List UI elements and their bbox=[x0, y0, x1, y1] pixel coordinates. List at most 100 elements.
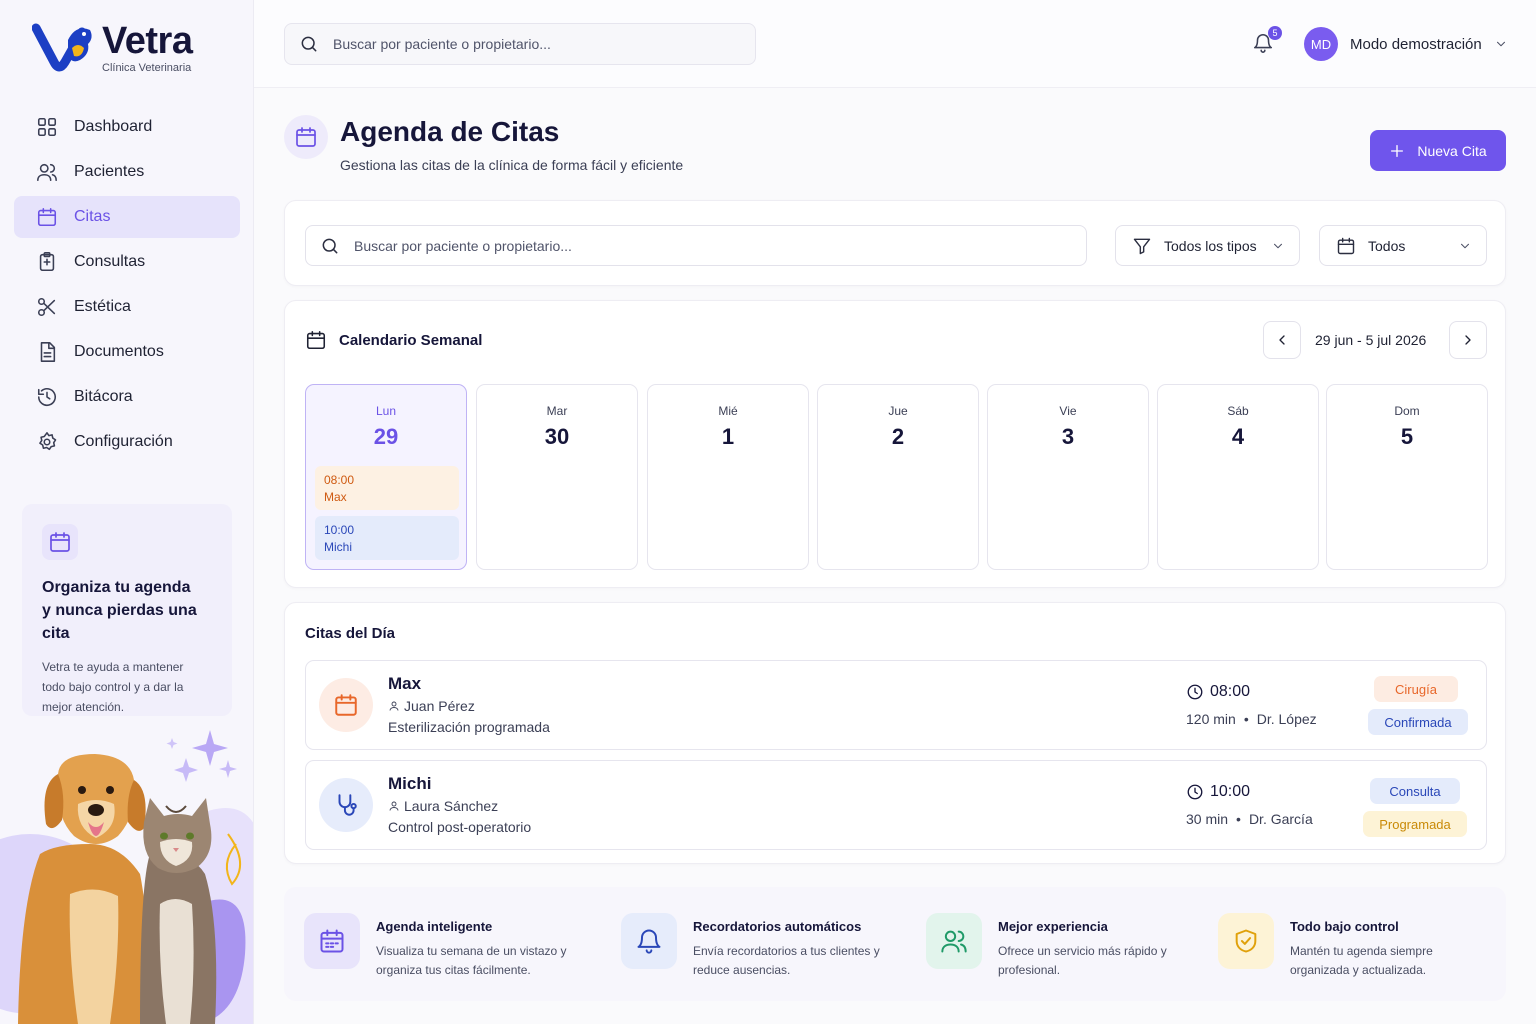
sidebar-item-configuracion[interactable]: Configuración bbox=[14, 421, 240, 463]
sidebar-nav: Dashboard Pacientes Citas Consultas Esté… bbox=[14, 106, 240, 466]
search-icon bbox=[301, 36, 317, 52]
clipboard-icon bbox=[39, 252, 55, 272]
sidebar-item-pacientes[interactable]: Pacientes bbox=[14, 151, 240, 193]
scissors-icon bbox=[37, 297, 56, 317]
day-column-lun[interactable]: Lun 29 08:00 Max 10:00 Michi bbox=[305, 384, 467, 570]
users-icon bbox=[37, 163, 57, 182]
calendar-icon bbox=[1337, 237, 1355, 254]
day-number: 30 bbox=[544, 424, 570, 449]
clock-icon bbox=[1187, 684, 1203, 700]
sidebar-item-label: Citas bbox=[74, 208, 111, 225]
page-icon bbox=[284, 115, 328, 159]
new-appointment-button[interactable]: Nueva Cita bbox=[1370, 130, 1506, 171]
separator-dot: • bbox=[1236, 811, 1241, 827]
history-icon bbox=[37, 388, 57, 406]
day-column-vie[interactable]: Vie 3 bbox=[987, 384, 1149, 570]
sidebar-item-label: Consultas bbox=[74, 253, 146, 270]
feature-icon-wrap bbox=[926, 913, 982, 969]
appointment-row[interactable]: Max Juan Pérez Esterilización programada… bbox=[305, 660, 1487, 750]
day-column-mie[interactable]: Mié 1 bbox=[647, 384, 809, 570]
appointment-icon-wrap bbox=[319, 678, 373, 732]
owner-name: Juan Pérez bbox=[404, 698, 475, 714]
vetra-logo-icon bbox=[32, 23, 92, 72]
chevron-left-icon bbox=[1279, 335, 1285, 345]
calendar-header: Calendario Semanal bbox=[305, 329, 482, 351]
doctor: Dr. García bbox=[1248, 811, 1313, 827]
feature-icon-wrap bbox=[304, 913, 360, 969]
slot-time: 08:00 bbox=[324, 473, 355, 487]
day-column-mar[interactable]: Mar 30 bbox=[476, 384, 638, 570]
owner-name: Laura Sánchez bbox=[404, 798, 499, 814]
person-icon bbox=[389, 701, 399, 711]
time-value: 10:00 bbox=[1210, 783, 1251, 800]
appointment-owner: Juan Pérez bbox=[388, 698, 475, 714]
sidebar-item-consultas[interactable]: Consultas bbox=[14, 241, 240, 283]
filter-search[interactable] bbox=[305, 225, 1087, 266]
notifications-button[interactable]: 5 bbox=[1252, 26, 1282, 56]
appointment-meta: 30 min • Dr. García bbox=[1186, 811, 1313, 827]
feature-title: Recordatorios automáticos bbox=[693, 919, 862, 934]
filter-icon bbox=[1133, 238, 1151, 254]
top-search-input[interactable] bbox=[333, 36, 733, 52]
feature-title: Agenda inteligente bbox=[376, 919, 493, 934]
day-name: Dom bbox=[1394, 404, 1420, 418]
sidebar: Vetra Clínica Veterinaria Dashboard Paci… bbox=[0, 0, 254, 1024]
avatar: MD bbox=[1304, 27, 1338, 61]
chevron-down-icon bbox=[1273, 243, 1283, 249]
shield-check-icon bbox=[1235, 929, 1257, 953]
user-menu[interactable]: MD Modo demostración bbox=[1304, 27, 1508, 61]
today-title: Citas del Día bbox=[305, 625, 396, 642]
appointment-time: 08:00 bbox=[1186, 683, 1250, 701]
topbar: 5 MD Modo demostración bbox=[254, 0, 1536, 88]
search-icon bbox=[322, 238, 338, 253]
sidebar-item-dashboard[interactable]: Dashboard bbox=[14, 106, 240, 148]
brand-name: Vetra bbox=[102, 20, 193, 62]
sidebar-item-label: Dashboard bbox=[74, 118, 153, 135]
top-search[interactable] bbox=[284, 23, 756, 65]
doctor: Dr. López bbox=[1256, 711, 1317, 727]
day-column-jue[interactable]: Jue 2 bbox=[817, 384, 979, 570]
sidebar-item-documentos[interactable]: Documentos bbox=[14, 331, 240, 373]
sidebar-item-estetica[interactable]: Estética bbox=[14, 286, 240, 328]
feature-text: Ofrece un servicio más rápido y profesio… bbox=[998, 944, 1167, 977]
appointment-description: Control post-operatorio bbox=[388, 819, 532, 835]
filter-search-input[interactable] bbox=[354, 237, 754, 254]
appointment-meta: 120 min • Dr. López bbox=[1186, 711, 1317, 727]
appointment-pet: Max bbox=[388, 674, 422, 693]
calendar-slot-michi[interactable]: 10:00 Michi bbox=[315, 516, 459, 560]
separator-dot: • bbox=[1243, 711, 1249, 727]
day-name: Jue bbox=[888, 404, 908, 418]
week-range: 29 jun - 5 jul 2026 bbox=[1315, 332, 1427, 348]
filters-card: Todos los tipos Todos bbox=[284, 200, 1506, 286]
day-column-sab[interactable]: Sáb 4 bbox=[1157, 384, 1319, 570]
sidebar-item-citas[interactable]: Citas bbox=[14, 196, 240, 238]
appointment-pet: Michi bbox=[388, 774, 432, 793]
grid-icon bbox=[37, 117, 57, 137]
calendar-icon bbox=[306, 330, 326, 350]
calendar-slot-max[interactable]: 08:00 Max bbox=[315, 466, 459, 510]
status-badge: Programada bbox=[1363, 811, 1467, 837]
type-badge: Cirugía bbox=[1374, 676, 1458, 702]
notifications-badge: 5 bbox=[1268, 26, 1282, 40]
type-select[interactable]: Todos los tipos bbox=[1115, 225, 1300, 266]
prev-week-button[interactable] bbox=[1263, 321, 1301, 359]
new-appointment-label: Nueva Cita bbox=[1417, 142, 1487, 159]
page-title: Agenda de Citas bbox=[340, 116, 560, 147]
time-value: 08:00 bbox=[1210, 683, 1251, 700]
day-column-dom[interactable]: Dom 5 bbox=[1326, 384, 1488, 570]
day-name: Mié bbox=[718, 404, 738, 418]
calendar-icon bbox=[320, 929, 344, 953]
type-select-value: Todos los tipos bbox=[1164, 237, 1257, 254]
sidebar-item-label: Bitácora bbox=[74, 388, 133, 405]
day-name: Vie bbox=[1059, 404, 1077, 418]
calendar-icon bbox=[296, 127, 316, 147]
brand-logo[interactable]: Vetra Clínica Veterinaria bbox=[32, 18, 193, 78]
brand-subtitle: Clínica Veterinaria bbox=[102, 62, 192, 74]
next-week-button[interactable] bbox=[1449, 321, 1487, 359]
sidebar-item-bitacora[interactable]: Bitácora bbox=[14, 376, 240, 418]
day-name: Lun bbox=[375, 404, 397, 418]
day-name: Sáb bbox=[1227, 404, 1249, 418]
appointment-row[interactable]: Michi Laura Sánchez Control post-operato… bbox=[305, 760, 1487, 850]
date-select[interactable]: Todos bbox=[1319, 225, 1487, 266]
calendar-icon bbox=[335, 694, 357, 716]
